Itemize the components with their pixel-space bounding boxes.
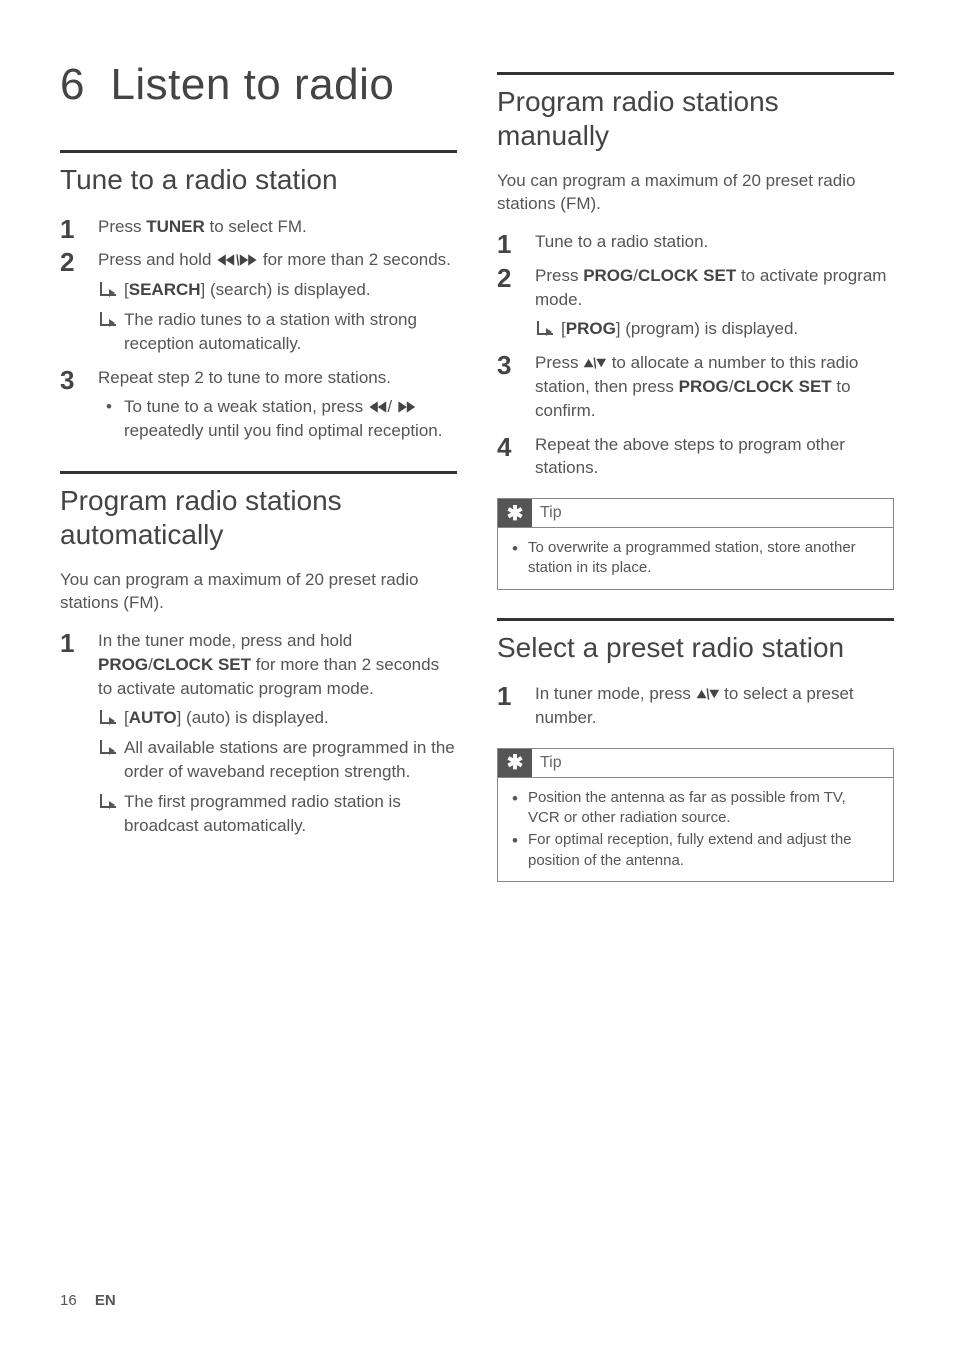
tune-step-3-bullet: To tune to a weak station, press / repea… <box>98 395 457 443</box>
tip-asterisk-icon: ✱ <box>498 499 532 527</box>
preset-steps: In tuner mode, press to select a preset … <box>497 682 894 730</box>
tune-step-2-result-2: The radio tunes to a station with strong… <box>98 308 457 356</box>
prev-next-icon <box>216 253 258 267</box>
tip-label: Tip <box>540 504 562 522</box>
up-down-icon <box>583 356 607 370</box>
tune-step-2-result-1: [SEARCH] (search) is displayed. <box>98 278 457 302</box>
tip-body-2: Position the antenna as far as possible … <box>498 777 893 881</box>
manual-step-2-result: [PROG] (program) is displayed. <box>535 317 894 341</box>
tip-bullet-antenna-1: Position the antenna as far as possible … <box>510 788 881 829</box>
manual-step-2: Press PROG/CLOCK SET to activate program… <box>497 264 894 341</box>
page-number: 16 <box>60 1292 77 1309</box>
auto-step-1: In the tuner mode, press and hold PROG/C… <box>60 629 457 837</box>
tune-step-1: Press TUNER to select FM. <box>60 215 457 239</box>
section-preset-heading: Select a preset radio station <box>497 618 894 665</box>
tip-header: ✱ Tip <box>498 499 893 527</box>
auto-step-1-result-3: The first programmed radio station is br… <box>98 790 457 838</box>
right-column: Program radio stations manually You can … <box>497 60 894 882</box>
chapter-number: 6 <box>60 60 85 109</box>
up-down-icon <box>696 687 720 701</box>
manual-step-4: Repeat the above steps to program other … <box>497 433 894 481</box>
auto-step-1-result-2: All available stations are programmed in… <box>98 736 457 784</box>
prev-icon <box>368 400 388 414</box>
manual-intro: You can program a maximum of 20 preset r… <box>497 170 894 216</box>
auto-intro: You can program a maximum of 20 preset r… <box>60 569 457 615</box>
manual-step-3: Press to allocate a number to this radio… <box>497 351 894 422</box>
tune-step-3: Repeat step 2 to tune to more stations. … <box>60 366 457 443</box>
tip-asterisk-icon-2: ✱ <box>498 749 532 777</box>
next-icon <box>397 400 417 414</box>
section-tune-heading: Tune to a radio station <box>60 150 457 197</box>
section-auto-heading: Program radio stations automatically <box>60 471 457 551</box>
tune-step-2: Press and hold for more than 2 seconds. … <box>60 248 457 355</box>
page-footer: 16 EN <box>60 1292 116 1309</box>
tip-label-2: Tip <box>540 754 562 772</box>
chapter-text: Listen to radio <box>110 60 394 109</box>
left-column: 6 Listen to radio Tune to a radio statio… <box>60 60 457 882</box>
tune-steps: Press TUNER to select FM. Press and hold… <box>60 215 457 443</box>
tip-bullet-antenna-2: For optimal reception, fully extend and … <box>510 830 881 871</box>
chapter-title: 6 Listen to radio <box>60 60 457 110</box>
tip-body: To overwrite a programmed station, store… <box>498 527 893 589</box>
manual-step-1: Tune to a radio station. <box>497 230 894 254</box>
tip-box-overwrite: ✱ Tip To overwrite a programmed station,… <box>497 498 894 590</box>
auto-step-1-result-1: [AUTO] (auto) is displayed. <box>98 706 457 730</box>
auto-steps: In the tuner mode, press and hold PROG/C… <box>60 629 457 837</box>
preset-step-1: In tuner mode, press to select a preset … <box>497 682 894 730</box>
page-language: EN <box>95 1292 116 1309</box>
section-manual-heading: Program radio stations manually <box>497 72 894 152</box>
tip-box-antenna: ✱ Tip Position the antenna as far as pos… <box>497 748 894 882</box>
tip-header-2: ✱ Tip <box>498 749 893 777</box>
manual-steps: Tune to a radio station. Press PROG/CLOC… <box>497 230 894 480</box>
tip-bullet: To overwrite a programmed station, store… <box>510 538 881 579</box>
